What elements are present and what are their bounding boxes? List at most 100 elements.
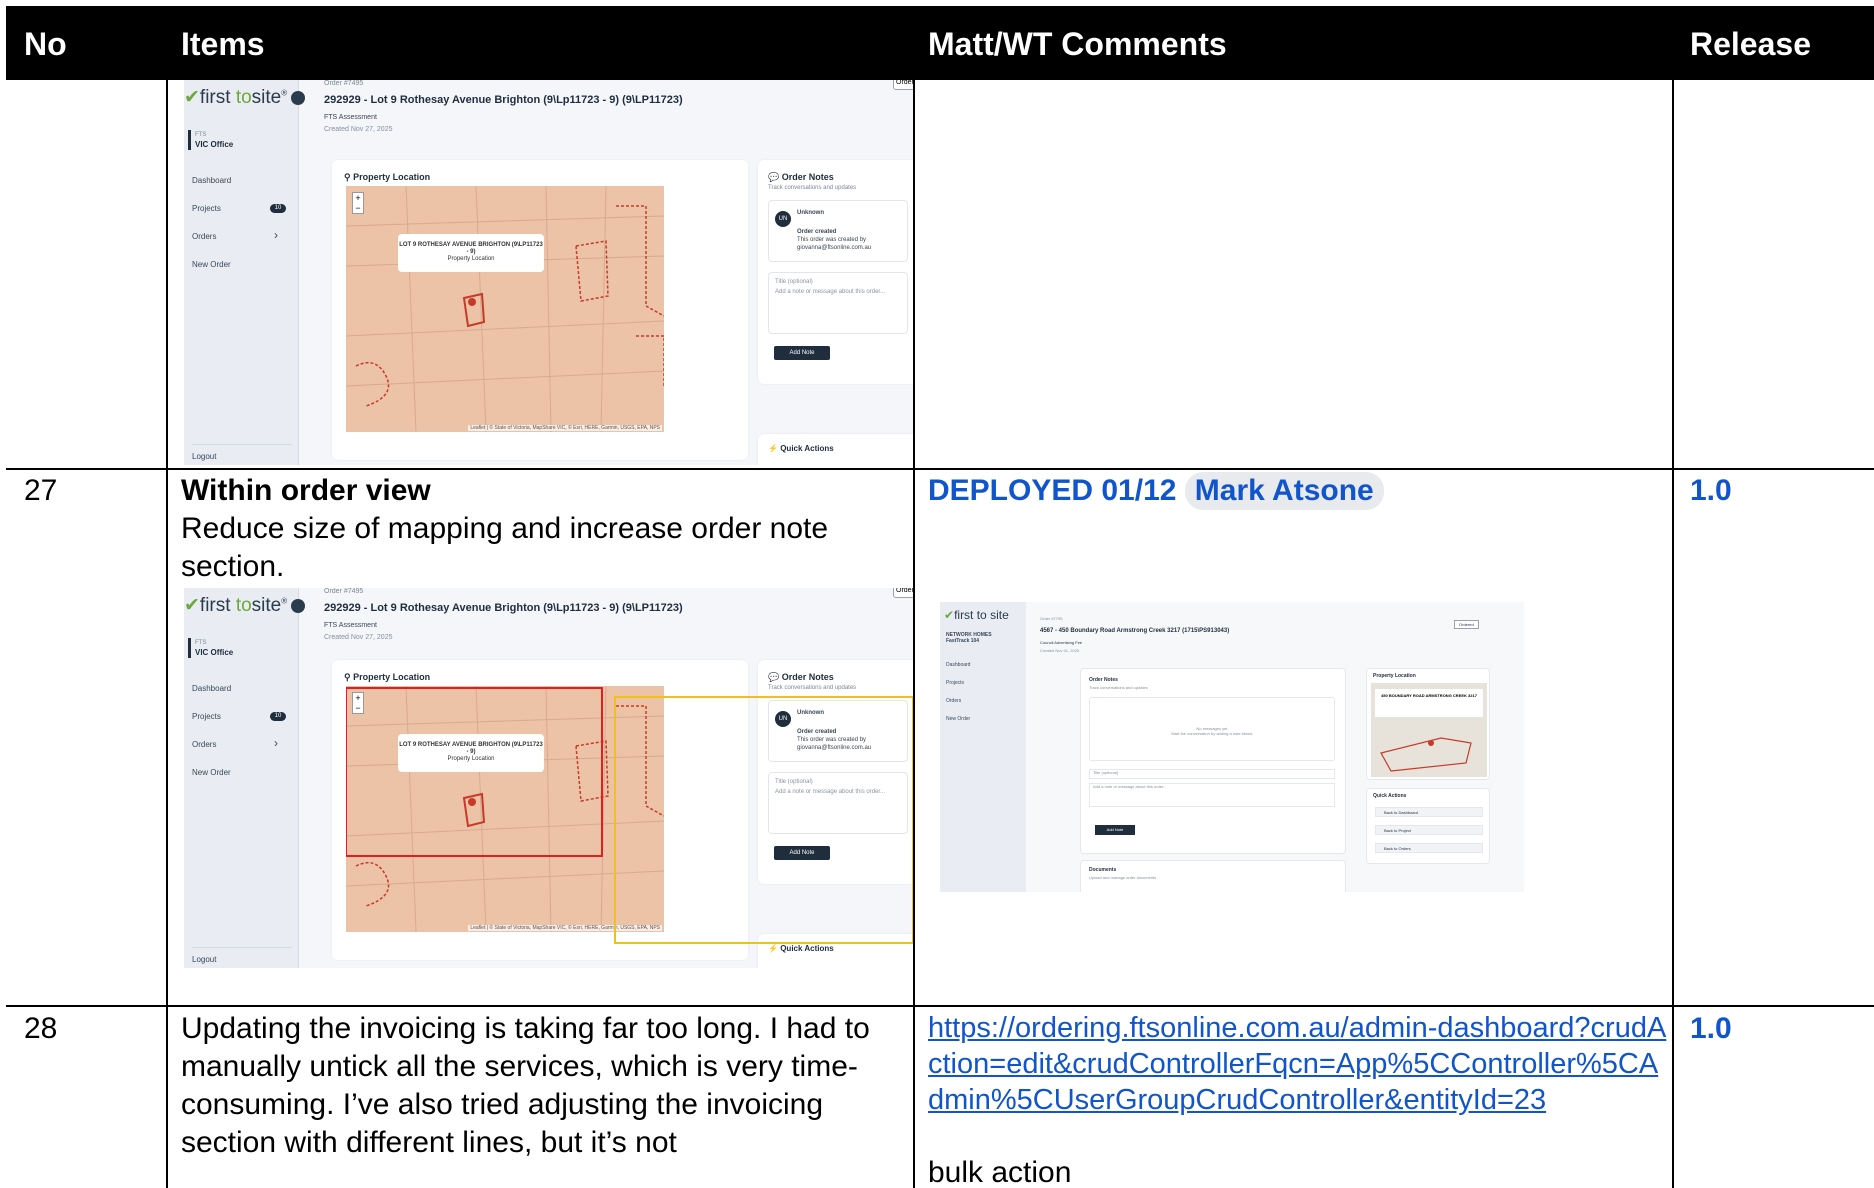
map-popup: LOT 9 ROTHESAY AVENUE BRIGHTON (9\LP1172… [398,234,544,272]
add-note-button[interactable]: Add Note [774,346,830,360]
order-type: Council Advertising Fee [1040,640,1083,645]
map-popup: LOT 9 ROTHESAY AVENUE BRIGHTON (9\LP1172… [398,734,544,772]
property-map[interactable]: + − LOT 9 ROTHESAY AVENUE BRIGHTON (9\LP1… [346,186,664,432]
title-input[interactable]: Title (optional) [1089,769,1335,779]
row-27-item-title: Within order view [181,474,431,507]
row-28-comment-note: bulk action [928,1156,1072,1188]
row-28-release: 1.0 [1690,1012,1732,1045]
order-title: 4567 - 450 Boundary Road Armstrong Creek… [1040,628,1230,634]
status-badge: Ordered [893,588,913,598]
row-27-comment: DEPLOYED 01/12 Mark Atsone [928,472,1384,510]
order-notes-card: 💬 Order Notes Track conversations and up… [758,160,913,384]
header-no: No [24,26,67,62]
empty-state: No messages yet Start the conversation by… [1089,697,1335,761]
note-author: Unknown [797,210,824,216]
back-to-project-button[interactable]: Back to Project [1375,825,1483,835]
property-location-title: Property Location [1373,673,1416,679]
avatar: UN [775,211,791,227]
zoom-control[interactable]: + − [352,192,364,214]
app-sidebar: ✔first to site NETWORK HOMES FastTrack 10… [940,602,1026,892]
chat-icon: 💬 [768,172,780,182]
quick-actions-title: Quick Actions [1373,793,1407,799]
bolt-icon: ⚡ [768,944,778,953]
map-parcels [346,186,664,432]
org-label: FTS VIC Office [188,130,233,150]
projects-badge: 10 [270,204,286,213]
deployed-order-view-screenshot: ✔first to site NETWORK HOMES FastTrack 10… [940,602,1524,892]
status-badge: Ordered [1454,620,1479,629]
table-header: No Items Matt/WT Comments Release [6,6,1874,80]
nav-new-order[interactable]: New Order [192,260,231,269]
message-input[interactable]: Add a note or message about this order..… [1089,783,1335,807]
nav-dashboard[interactable]: Dashboard [192,176,231,185]
chevron-right-icon: › [274,228,278,242]
note-message: UN Unknown Order created This order was c… [768,200,908,262]
deployed-status: DEPLOYED 01/12 [928,474,1177,507]
chevron-right-icon: › [274,736,278,750]
property-map[interactable]: 450 BOUNDARY ROAD ARMSTRONG CREEK 3217 [1371,683,1487,777]
logout-link[interactable]: Logout [192,947,292,964]
logout-link[interactable]: Logout [192,444,292,461]
order-notes-title: 💬 Order Notes [768,172,834,182]
header-comments: Matt/WT Comments [928,26,1227,62]
status-badge: Ordered [893,80,913,90]
order-id: Order #7795 [1040,616,1063,621]
quick-actions-card: Quick Actions Back to Dashboard Back to … [1366,788,1490,864]
order-notes-subtitle: Track conversations and updates [1089,685,1148,690]
order-notes-subtitle: Track conversations and updates [768,685,857,691]
bolt-icon: ⚡ [768,444,778,453]
order-title: 292929 - Lot 9 Rothesay Avenue Brighton … [324,602,683,614]
collapse-icon[interactable] [291,90,306,105]
map-popup: 450 BOUNDARY ROAD ARMSTRONG CREEK 3217 [1375,689,1483,717]
nav-orders[interactable]: Orders [192,232,216,241]
app-logo: ✔first to site [944,608,1009,622]
app-logo: ✔first tosite® [184,86,306,109]
nav-orders[interactable]: Orders [946,698,961,704]
nav-dashboard[interactable]: Dashboard [192,684,231,693]
add-note-button[interactable]: Add Note [1095,825,1135,835]
quick-actions-card: ⚡ Quick Actions [758,434,913,465]
header-release: Release [1690,26,1811,62]
nav-new-order[interactable]: New Order [192,768,231,777]
header-items: Items [181,26,265,62]
person-chip[interactable]: Mark Atsone [1184,472,1384,510]
order-notes-title: Order Notes [1089,677,1118,683]
row-28-item-body: Updating the invoicing is taking far too… [181,1012,870,1159]
nav-projects[interactable]: Projects [946,680,964,686]
order-notes-title: 💬 Order Notes [768,672,834,682]
zoom-control[interactable]: + − [352,692,364,714]
review-table: No Items Matt/WT Comments Release ✔first… [6,6,1874,1188]
documents-card: Documents Upload and manage order docume… [1080,860,1346,892]
property-location-card: ⚲ Property Location + − LOT 9 ROTHESAY A… [332,160,748,460]
property-location-title: ⚲ Property Location [344,672,431,682]
order-view-screenshot-before: ✔first tosite® FTS VIC Office Dashboard P… [184,80,913,465]
note-body: Order created This order was created by g… [797,229,872,251]
property-location-title: ⚲ Property Location [344,172,431,182]
col-divider [1672,80,1674,1188]
order-id: Order #7495 [324,588,364,595]
collapse-icon[interactable] [291,598,306,613]
back-to-orders-button[interactable]: Back to Orders [1375,843,1483,853]
order-notes-subtitle: Track conversations and updates [768,185,857,191]
nav-new-order[interactable]: New Order [946,716,970,722]
app-sidebar: ✔first tosite® FTS VIC Office Dashboard P… [184,588,306,968]
nav-dashboard[interactable]: Dashboard [946,662,970,668]
app-sidebar: ✔first tosite® FTS VIC Office Dashboard P… [184,80,306,465]
nav-projects[interactable]: Projects [192,204,221,213]
increase-notes-highlight [614,696,913,944]
pin-icon: ⚲ [344,172,351,182]
pin-icon: ⚲ [344,672,351,682]
chat-icon: 💬 [768,672,780,682]
row-28-admin-link[interactable]: https://ordering.ftsonline.com.au/admin-… [928,1010,1668,1118]
projects-badge: 10 [270,712,286,721]
row-27-item-body: Reduce size of mapping and increase orde… [181,512,829,583]
row-27-no: 27 [24,474,58,507]
note-input[interactable]: Title (optional) Add a note or message ab… [768,272,908,334]
org-label: NETWORK HOMES FastTrack 104 [946,632,992,644]
nav-projects[interactable]: Projects [192,712,221,721]
row-28-no: 28 [24,1012,58,1045]
documents-subtitle: Upload and manage order documents [1089,875,1157,880]
order-notes-card: Order Notes Track conversations and upda… [1080,668,1346,854]
nav-orders[interactable]: Orders [192,740,216,749]
back-to-dashboard-button[interactable]: Back to Dashboard [1375,807,1483,817]
